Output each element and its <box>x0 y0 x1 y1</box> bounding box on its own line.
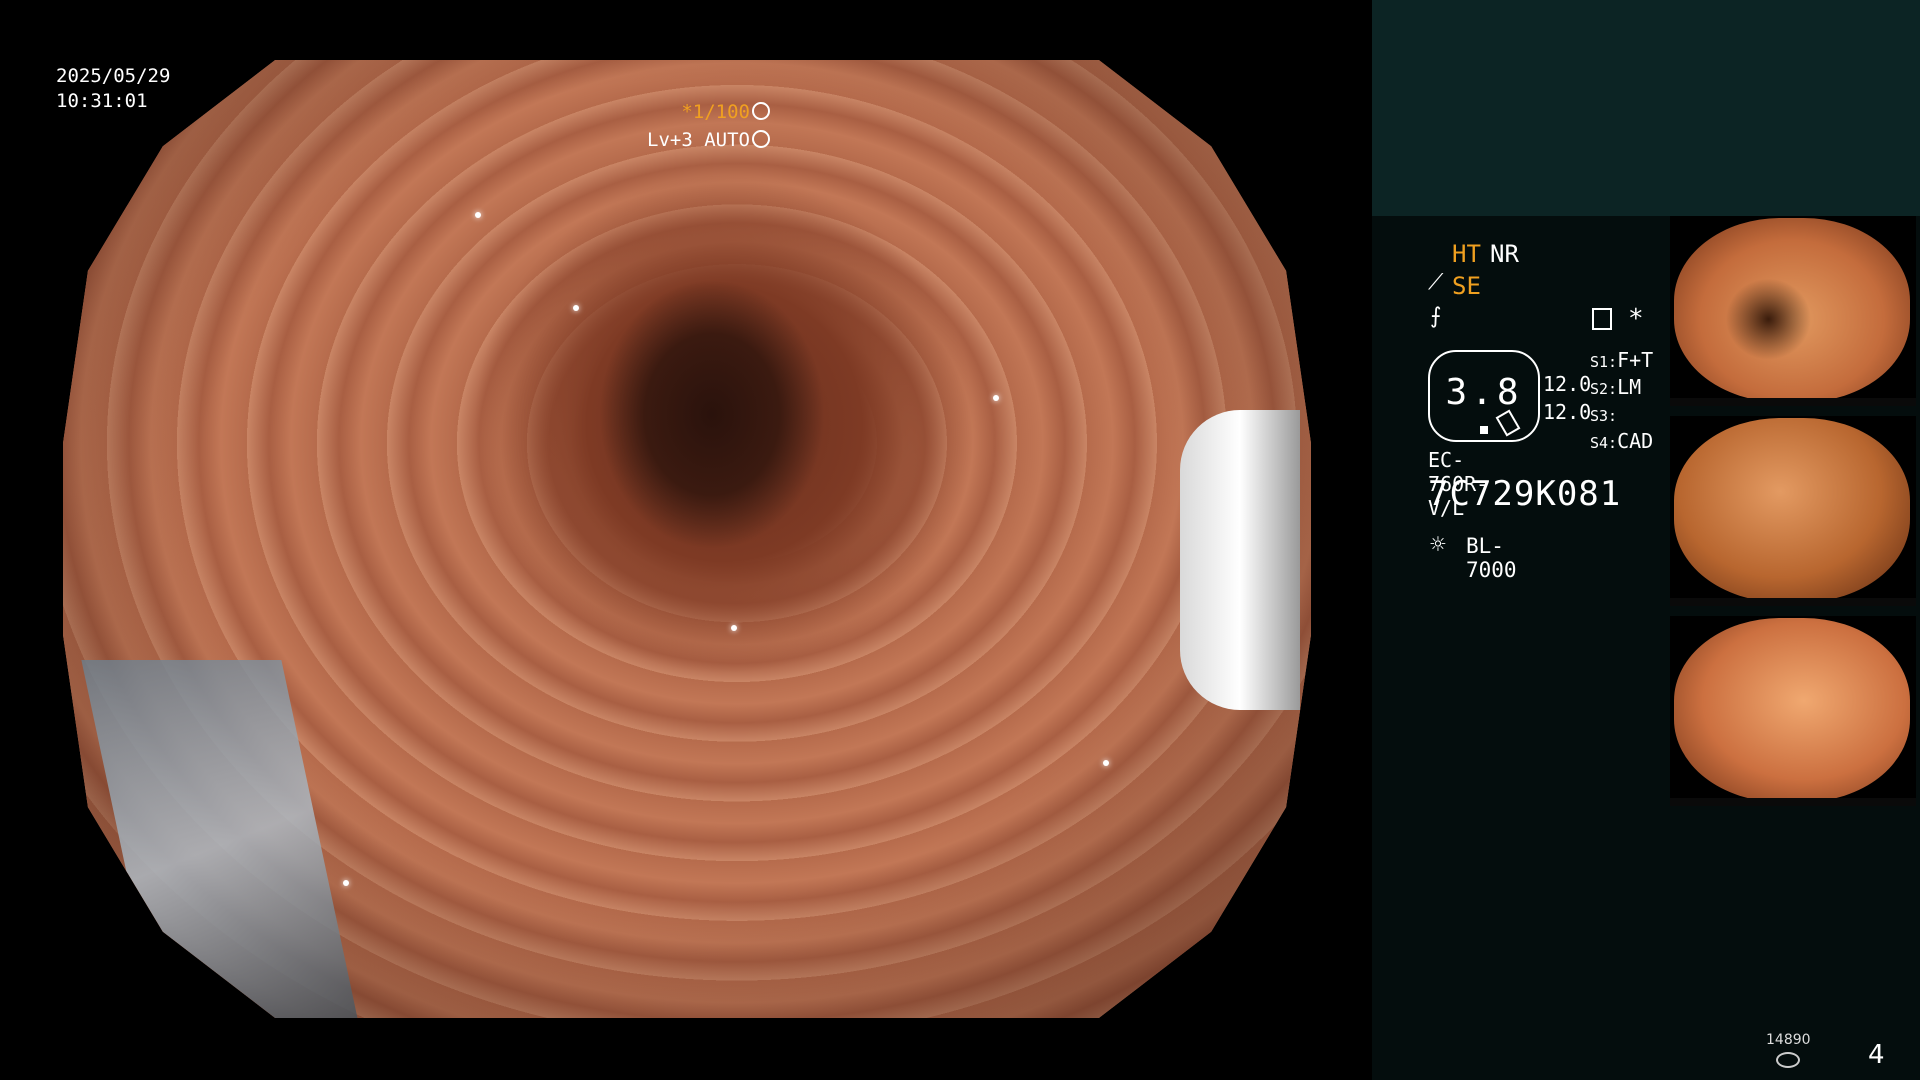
pencil-icon <box>1495 409 1521 437</box>
endoscopic-image <box>63 60 1311 1018</box>
endoscope-main-view: 2025/05/29 10:31:01 *1/100 Lv+3 AUTO <box>0 0 1372 1080</box>
specular-highlight <box>573 305 579 311</box>
gauge-value: 3.8 <box>1445 372 1523 413</box>
specular-highlight <box>1103 760 1109 766</box>
exposure-status: *1/100 Lv+3 AUTO <box>647 98 770 154</box>
se-indicator: SE <box>1452 272 1481 300</box>
thumbnail-image <box>1674 418 1910 602</box>
thumbnail-caption-bar <box>1670 598 1916 606</box>
switch-key: S3: <box>1590 407 1618 425</box>
specular-highlight <box>731 625 737 631</box>
zoom-gauge: 3.8 <box>1428 350 1540 442</box>
switch-s1: S1:F+T <box>1590 348 1653 375</box>
switch-value: CAD <box>1617 429 1654 453</box>
enhance-icon: ⟋ <box>1428 270 1444 295</box>
side-panel-header <box>1372 0 1920 216</box>
specular-highlight <box>993 395 999 401</box>
value-a: 12.0 <box>1543 372 1592 396</box>
ht-indicator: HT <box>1452 240 1481 268</box>
instrument-right <box>1180 410 1300 710</box>
time-text: 10:31:01 <box>56 90 148 112</box>
specular-highlight <box>343 880 349 886</box>
nr-indicator: NR <box>1490 240 1519 268</box>
date-text: 2025/05/29 <box>56 65 171 87</box>
shutter-line: *1/100 <box>647 98 770 126</box>
scope-serial: 7C729K081 <box>1428 474 1622 514</box>
shutter-text: *1/100 <box>681 101 750 123</box>
light-source: BL-7000 <box>1466 534 1517 582</box>
thumbnail-caption-bar <box>1670 798 1916 806</box>
switch-value: LM <box>1617 375 1642 399</box>
page-number: 4 <box>1868 1040 1885 1070</box>
thumbnail-2[interactable] <box>1670 416 1916 606</box>
switch-s2: S2:LM <box>1590 375 1653 402</box>
switch-key: S2: <box>1590 380 1618 398</box>
value-b: 12.0 <box>1543 400 1592 424</box>
specular-highlight <box>475 212 481 218</box>
switch-value: F+T <box>1617 348 1654 372</box>
grid-icon <box>1592 308 1612 330</box>
thumbnail-image <box>1674 218 1910 402</box>
switch-s3: S3: <box>1590 402 1653 429</box>
level-text: Lv+3 AUTO <box>647 129 750 151</box>
thumbnail-caption-bar <box>1670 398 1916 406</box>
thumbnail-3[interactable] <box>1670 616 1916 806</box>
star-indicator: * <box>1628 304 1644 334</box>
thumbnail-1[interactable] <box>1670 216 1916 406</box>
datetime: 2025/05/29 10:31:01 <box>56 64 170 114</box>
level-line: Lv+3 AUTO <box>647 126 770 154</box>
storage-count: 14890 <box>1766 1032 1811 1048</box>
iris-icon <box>752 130 770 148</box>
sun-icon: ☼ <box>1430 530 1446 560</box>
switch-key: S4: <box>1590 434 1618 452</box>
disk-icon <box>1776 1052 1800 1068</box>
thumbnail-image <box>1674 618 1910 802</box>
switch-key: S1: <box>1590 353 1618 371</box>
aperture-icon <box>752 102 770 120</box>
freeze-icon: ⨍ <box>1430 304 1442 329</box>
switch-s4: S4:CAD <box>1590 429 1653 456</box>
gauge-marker-icon <box>1480 426 1488 434</box>
switch-list: S1:F+T S2:LM S3: S4:CAD <box>1590 348 1653 456</box>
